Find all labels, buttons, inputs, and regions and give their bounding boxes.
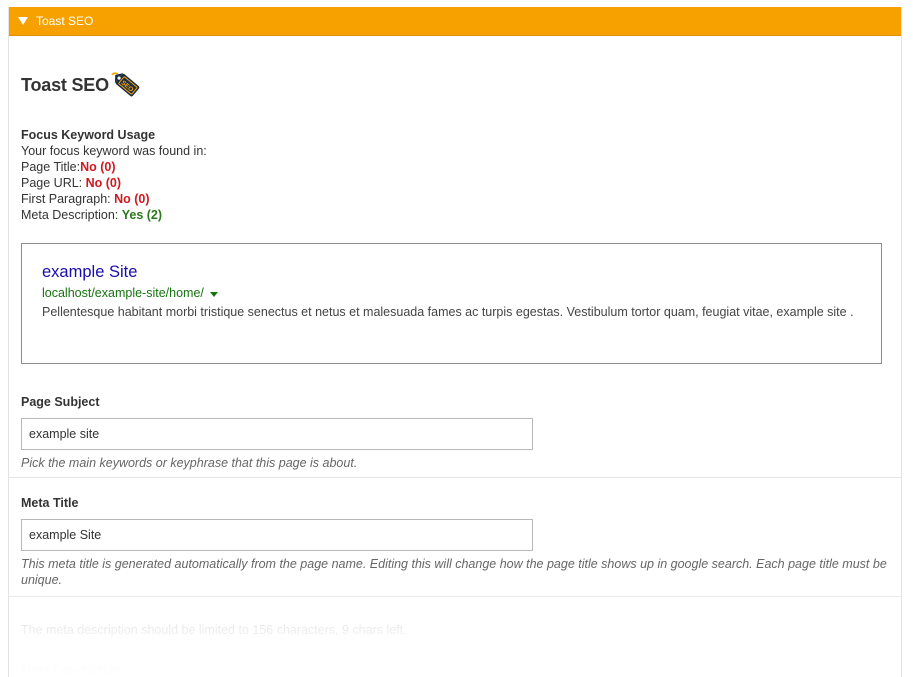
- section-divider: [9, 596, 901, 597]
- keyword-row-status: No (0): [85, 176, 122, 190]
- preview-url: localhost/example-site/home/: [42, 285, 861, 301]
- section-divider: [9, 477, 901, 478]
- focus-keyword-title: Focus Keyword Usage: [21, 128, 156, 142]
- page-subject-field: Page Subject Pick the main keywords or k…: [21, 394, 889, 471]
- keyword-row-first-paragraph: First Paragraph: No (0): [21, 191, 889, 207]
- page-subject-help: Pick the main keywords or keyphrase that…: [21, 456, 358, 470]
- keyword-row-label: Meta Description:: [21, 208, 122, 222]
- meta-title-input[interactable]: [21, 519, 533, 551]
- brand-title: Toast SEO: [21, 74, 109, 95]
- keyword-row-page-url: Page URL: No (0): [21, 175, 889, 191]
- tag-icon: SEO: [111, 72, 140, 97]
- keyword-row-label: Page Title:: [21, 160, 81, 174]
- page-subject-label: Page Subject: [21, 395, 100, 409]
- meta-description-label: Meta Description: [21, 663, 122, 677]
- panel-toggle-header[interactable]: Toast SEO: [9, 7, 901, 36]
- preview-description: Pellentesque habitant morbi tristique se…: [42, 305, 854, 319]
- focus-keyword-intro: Your focus keyword was found in:: [21, 144, 207, 158]
- preview-title: example Site: [42, 263, 138, 281]
- caret-down-icon: [209, 291, 218, 297]
- keyword-row-label: First Paragraph:: [21, 192, 115, 206]
- meta-title-help: This meta title is generated automatical…: [21, 557, 887, 587]
- keyword-row-status: Yes (2): [121, 208, 163, 222]
- collapse-triangle-icon[interactable]: [18, 17, 28, 25]
- keyword-row-label: Page URL:: [21, 176, 86, 190]
- toast-seo-panel: Toast SEO Toast SEO SEO Focus Keyword Us…: [8, 7, 902, 677]
- focus-keyword-usage: Focus Keyword Usage Your focus keyword w…: [21, 127, 889, 223]
- keyword-row-status: No (0): [114, 192, 150, 206]
- meta-description-limit-note: The meta description should be limited t…: [21, 623, 407, 637]
- search-result-preview: example Site localhost/example-site/home…: [21, 243, 882, 364]
- keyword-row-status: No (0): [80, 160, 116, 174]
- panel-header-title: Toast SEO: [36, 14, 94, 28]
- meta-title-field: Meta Title This meta title is generated …: [21, 495, 889, 588]
- panel-content: Toast SEO SEO Focus Keyword Usage Your f…: [9, 71, 901, 677]
- meta-title-label: Meta Title: [21, 496, 79, 510]
- brand-heading: Toast SEO SEO: [21, 71, 889, 99]
- keyword-row-page-title: Page Title:No (0): [21, 159, 889, 175]
- preview-url-text: localhost/example-site/home/: [42, 286, 204, 300]
- page-subject-input[interactable]: [21, 418, 533, 450]
- keyword-row-meta-description: Meta Description: Yes (2): [21, 207, 889, 223]
